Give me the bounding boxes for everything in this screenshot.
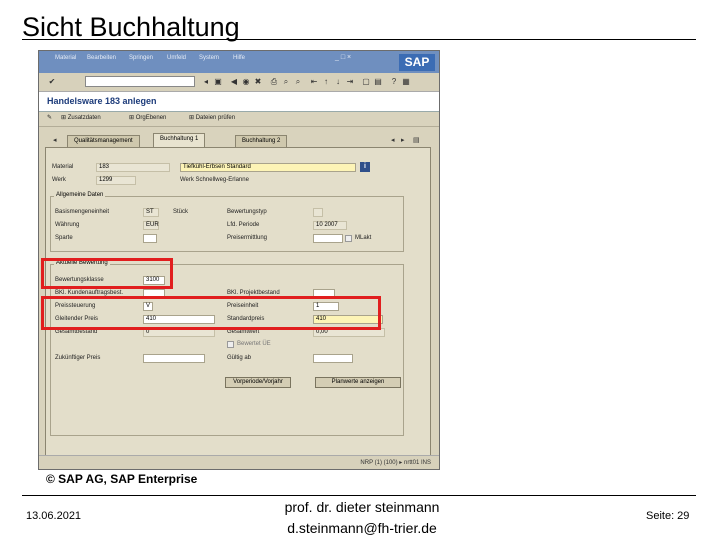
help-icon[interactable]: ? — [389, 77, 399, 87]
dateien-pruefen-button[interactable]: ⊞ Dateien prüfen — [189, 114, 235, 121]
basismenge-unit: Stück — [173, 209, 189, 215]
enter-icon[interactable]: ✔ — [47, 77, 57, 87]
tab-buchhaltung-1[interactable]: Buchhaltung 1 — [153, 133, 206, 147]
zusatzdaten-button[interactable]: ⊞ Zusatzdaten — [61, 114, 101, 121]
tab-strip: ◂ Qualitätsmanagement Buchhaltung 1 Buch… — [39, 133, 439, 147]
menu-item-material[interactable]: Material — [55, 55, 76, 61]
menu-item-hilfe[interactable]: Hilfe — [233, 55, 245, 61]
basismenge-field: ST — [143, 208, 159, 217]
highlight-bewertungsklasse — [41, 258, 173, 289]
bewertet-ue-label: Bewertet ÜE — [237, 341, 271, 347]
command-field[interactable] — [85, 76, 195, 87]
bewertungstyp-label: Bewertungstyp — [227, 209, 267, 215]
tab-scroll-right-icon[interactable]: ▸ — [401, 136, 405, 144]
sparte-field[interactable] — [143, 234, 157, 243]
menu-item-system[interactable]: System — [199, 55, 219, 61]
menu-item-bearbeiten[interactable]: Bearbeiten — [87, 55, 116, 61]
tab-label: Buchhaltung 2 — [242, 138, 281, 144]
footer-author: prof. dr. dieter steinmann d.steinmann@f… — [262, 497, 462, 539]
back-icon[interactable]: ◀ — [229, 77, 239, 87]
tab-buchhaltung-2[interactable]: Buchhaltung 2 — [235, 135, 288, 147]
zukuenftiger-preis-label: Zukünftiger Preis — [55, 355, 101, 361]
save-icon[interactable]: ▣ — [213, 77, 223, 87]
zusatzdaten-label: Zusatzdaten — [67, 115, 101, 121]
preisermittlung-label: Preisermittlung — [227, 235, 268, 241]
mlakt-label: MLakt — [355, 235, 372, 241]
wahrung-label: Währung — [55, 222, 80, 228]
gueltig-ab-label: Gültig ab — [227, 355, 252, 361]
orgebenen-button[interactable]: ⊞ OrgEbenen — [129, 114, 166, 121]
shortcut-icon[interactable]: ▤ — [373, 77, 383, 87]
menu-bar: Material Bearbeiten Springen Umfeld Syst… — [39, 51, 439, 73]
werk-field: 1299 — [96, 176, 136, 185]
last-page-icon[interactable]: ⇥ — [345, 77, 355, 87]
window-controls[interactable]: _ □ × — [335, 54, 351, 61]
author-email: d.steinmann@fh-trier.de — [287, 520, 437, 536]
gueltig-ab-field[interactable] — [313, 354, 353, 363]
tab-scroll-left-icon[interactable]: ◂ — [391, 136, 395, 144]
next-page-icon[interactable]: ↓ — [333, 77, 343, 87]
tab-label: Qualitätsmanagement — [74, 138, 133, 144]
cancel-icon[interactable]: ✖ — [253, 77, 263, 87]
layout-icon[interactable]: ▦ — [401, 77, 411, 87]
wahrung-field: EUR — [143, 221, 159, 230]
footer-page-number: Seite: 29 — [646, 510, 690, 522]
group-title: Allgemeine Daten — [54, 192, 106, 198]
author-name: prof. dr. dieter steinmann — [284, 499, 440, 515]
exit-icon[interactable]: ◉ — [241, 77, 251, 87]
material-field: 183 — [96, 163, 170, 172]
tab-qualitaetsmanagement[interactable]: Qualitätsmanagement — [67, 135, 140, 147]
lfd-periode-label: Lfd. Periode — [227, 222, 260, 228]
menu-item-umfeld[interactable]: Umfeld — [167, 55, 186, 61]
orgebenen-label: OrgEbenen — [135, 115, 167, 121]
footer-rule — [22, 495, 696, 496]
current-valuation-group: Aktuelle Bewertung Bewertungsklasse 3100… — [50, 260, 404, 436]
dateien-pruefen-label: Dateien prüfen — [195, 115, 236, 121]
sap-logo: SAP — [399, 54, 435, 71]
footer-date: 13.06.2021 — [26, 510, 82, 522]
highlight-prices — [41, 296, 381, 330]
screen-title-bar: Handelsware 183 anlegen — [39, 92, 439, 112]
application-toolbar: ✎ ⊞ Zusatzdaten ⊞ OrgEbenen ⊞ Dateien pr… — [39, 112, 439, 127]
bewertet-ue-checkbox[interactable] — [227, 341, 234, 348]
sap-window: Material Bearbeiten Springen Umfeld Syst… — [38, 50, 440, 470]
tab-label: Buchhaltung 1 — [160, 136, 199, 142]
edit-icon[interactable]: ✎ — [47, 114, 52, 121]
werk-label: Werk — [52, 177, 66, 183]
status-bar: NRP (1) (100) ▸ nrtt01 INS — [39, 455, 439, 469]
new-session-icon[interactable]: ▢ — [361, 77, 371, 87]
find-next-icon[interactable]: ⌕ — [293, 77, 303, 87]
history-icon[interactable]: ◂ — [201, 77, 211, 87]
general-data-group: Allgemeine Daten Basismengeneinheit ST S… — [50, 192, 404, 252]
print-icon[interactable]: ⎙ — [269, 77, 279, 87]
lfd-periode-field: 10 2007 — [313, 221, 347, 230]
first-page-icon[interactable]: ⇤ — [309, 77, 319, 87]
info-icon[interactable]: i — [360, 162, 370, 172]
screen-title: Handelsware 183 anlegen — [47, 96, 157, 106]
tab-scroll-left-icon[interactable]: ◂ — [53, 136, 57, 144]
copyright-caption: © SAP AG, SAP Enterprise — [46, 472, 198, 486]
find-icon[interactable]: ⌕ — [281, 77, 291, 87]
werk-description: Werk Schnellweg-Erlanne — [180, 177, 249, 183]
mlakt-checkbox[interactable] — [345, 235, 352, 242]
planwerte-button[interactable]: Planwerte anzeigen — [315, 377, 401, 388]
title-rule — [22, 39, 696, 40]
vorperiode-button[interactable]: Vorperiode/Vorjahr — [225, 377, 291, 388]
preisermittlung-field[interactable] — [313, 234, 343, 243]
zukuenftiger-preis-field[interactable] — [143, 354, 205, 363]
menu-item-springen[interactable]: Springen — [129, 55, 153, 61]
basismenge-label: Basismengeneinheit — [55, 209, 110, 215]
material-description-field[interactable]: Tiefkühl-Erbsen Standard — [180, 163, 356, 172]
bewertungstyp-field — [313, 208, 323, 217]
tab-list-icon[interactable]: ▤ — [413, 136, 420, 144]
prev-page-icon[interactable]: ↑ — [321, 77, 331, 87]
material-label: Material — [52, 164, 74, 170]
standard-toolbar: ✔ ◂ ▣ ◀ ◉ ✖ ⎙ ⌕ ⌕ ⇤ ↑ ↓ ⇥ ▢ ▤ ? ▦ — [39, 73, 439, 92]
sparte-label: Sparte — [55, 235, 73, 241]
status-text: NRP (1) (100) ▸ nrtt01 INS — [360, 460, 431, 466]
